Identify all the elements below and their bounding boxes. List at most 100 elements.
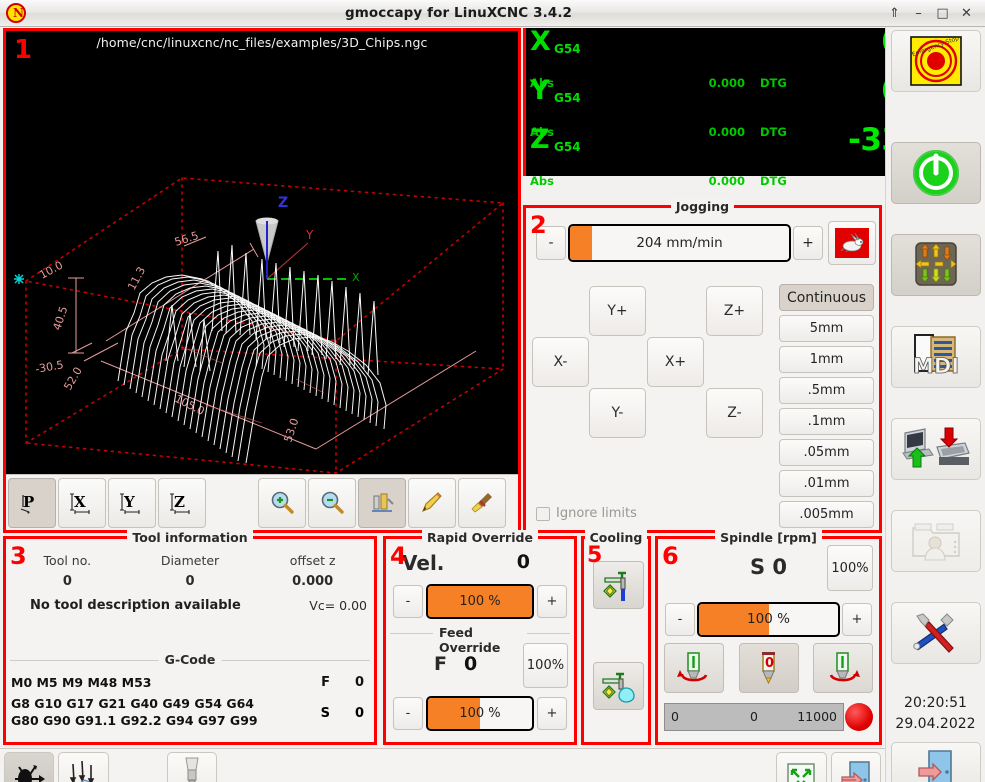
feed-override-value: 100 %	[428, 698, 532, 729]
view-y-button[interactable]: Y	[108, 478, 156, 528]
auto-mode-button[interactable]	[891, 418, 981, 480]
spindle-ccw-button[interactable]	[664, 643, 724, 693]
jog-x-plus-button[interactable]: X+	[647, 337, 704, 387]
window-controls: ⇑ – □ ✕	[887, 6, 985, 21]
spindle-override-minus-button[interactable]: -	[665, 603, 695, 636]
cutting-speed-value: Vc= 0.00	[309, 598, 367, 613]
rapid-jog-button[interactable]	[828, 221, 876, 265]
jog-z-minus-button[interactable]: Z-	[706, 388, 763, 438]
marker-4: 4	[390, 544, 407, 568]
feed-override-slider[interactable]: 100 %	[426, 696, 534, 731]
view-z-button[interactable]: Z	[158, 478, 206, 528]
clear-plot-button[interactable]	[458, 478, 506, 528]
spindle-buttons-row: 0	[664, 643, 873, 695]
edit-program-button[interactable]	[408, 478, 456, 528]
feed-override-minus-button[interactable]: -	[393, 697, 423, 730]
offset-z-value: 0.000	[251, 574, 374, 589]
jog-increment-01mm[interactable]: .1mm	[779, 408, 874, 435]
diameter-header: Diameter	[129, 553, 252, 568]
svg-text:MDI: MDI	[913, 354, 959, 378]
active-g-codes-line1: G8 G10 G17 G21 G40 G49 G54 G64	[11, 695, 258, 712]
app-logo-icon	[4, 2, 30, 24]
mcodes-row: M0 M5 M9 M48 M53 F 0	[6, 675, 374, 695]
zoom-in-button[interactable]	[258, 478, 306, 528]
svg-text:Y: Y	[305, 228, 314, 242]
window-title: gmoccapy for LinuXCNC 3.4.2	[30, 5, 887, 21]
rapid-override-minus-button[interactable]: -	[393, 585, 423, 618]
settings-button[interactable]	[891, 602, 981, 664]
svg-text:X: X	[74, 493, 86, 511]
tool-change-button[interactable]	[167, 752, 217, 782]
exit-button[interactable]	[891, 742, 981, 782]
jog-increment-001mm[interactable]: .01mm	[779, 470, 874, 497]
mist-coolant-button[interactable]	[593, 662, 644, 710]
spindle-speed-label: S	[321, 706, 330, 721]
maximize-icon[interactable]: □	[935, 6, 950, 21]
jog-increment-1mm[interactable]: 1mm	[779, 346, 874, 373]
spindle-override-reset-button[interactable]: 100%	[827, 545, 873, 591]
jog-z-plus-button[interactable]: Z+	[706, 286, 763, 336]
mdi-mode-button[interactable]: MDI	[891, 326, 981, 388]
tool-spindle-icon	[177, 756, 207, 782]
feed-value-row: F 0 100%	[386, 641, 574, 693]
jog-increment-05mm[interactable]: .5mm	[779, 377, 874, 404]
feed-label: F	[434, 653, 447, 675]
home-axes-button[interactable]	[4, 752, 54, 782]
offset-z-header: offset z	[251, 553, 374, 568]
gcode-preview-canvas[interactable]: /home/cnc/linuxcnc/nc_files/examples/3D_…	[6, 31, 518, 477]
fullscreen-button[interactable]	[776, 752, 826, 782]
show-dimensions-button[interactable]	[358, 478, 406, 528]
jog-velocity-row: - 204 mm/min +	[536, 222, 876, 264]
spindle-stop-button[interactable]: 0	[739, 643, 799, 693]
spindle-override-slider[interactable]: 100 %	[697, 602, 840, 637]
shade-icon[interactable]: ⇑	[887, 6, 902, 21]
emergency-stop-icon: Emergency Stop	[905, 35, 967, 87]
feed-override-plus-button[interactable]: +	[537, 697, 567, 730]
estop-button[interactable]: Emergency Stop	[891, 30, 981, 92]
feed-value: 0	[464, 653, 477, 675]
gauge-max: 11000	[797, 709, 837, 724]
minimize-icon[interactable]: –	[911, 6, 926, 21]
rapid-override-slider[interactable]: 100 %	[426, 584, 534, 619]
svg-text:11.3: 11.3	[125, 265, 148, 293]
spindle-cw-button[interactable]	[813, 643, 873, 693]
toolbar-spacer-1	[113, 752, 163, 782]
svg-text:53.0: 53.0	[281, 417, 301, 444]
manual-mode-button[interactable]	[891, 234, 981, 296]
jog-y-minus-button[interactable]: Y-	[589, 388, 646, 438]
tool-cone: Z Y X	[256, 195, 360, 284]
dro-coord-system: G54	[554, 140, 581, 154]
checkbox-box[interactable]	[536, 507, 550, 521]
mist-coolant-icon	[599, 668, 639, 704]
jog-velocity-slider[interactable]: 204 mm/min	[568, 224, 791, 262]
jog-y-plus-button[interactable]: Y+	[589, 286, 646, 336]
gauge-current: 0	[750, 709, 758, 724]
flood-coolant-button[interactable]	[593, 561, 644, 609]
marker-2: 2	[530, 213, 547, 237]
clock-time: 20:20:51	[886, 695, 985, 711]
view-perspective-button[interactable]: P	[8, 478, 56, 528]
touch-off-button[interactable]	[58, 752, 108, 782]
gcode-title-row: G-Code	[6, 652, 374, 668]
feed-override-row: - 100 % +	[386, 693, 574, 733]
jog-x-minus-button[interactable]: X-	[532, 337, 589, 387]
jog-velocity-plus-button[interactable]: +	[793, 226, 823, 260]
close-icon[interactable]: ✕	[959, 6, 974, 21]
mode-sidebar: Emergency Stop	[885, 27, 985, 782]
jog-increment-5mm[interactable]: 5mm	[779, 315, 874, 342]
jog-increment-continuous[interactable]: Continuous	[779, 284, 874, 311]
view-x-button[interactable]: X	[58, 478, 106, 528]
machine-on-button[interactable]	[891, 142, 981, 204]
jogging-title: Jogging	[526, 199, 879, 214]
exit-main-button[interactable]	[831, 752, 881, 782]
jog-increment-005mm[interactable]: .05mm	[779, 439, 874, 466]
user-tabs-button[interactable]	[891, 510, 981, 572]
svg-text:-30.5: -30.5	[34, 358, 64, 376]
tool-values-grid: Tool no. Diameter offset z 0 0 0.000 No …	[6, 553, 374, 616]
rapid-override-plus-button[interactable]: +	[537, 585, 567, 618]
feed-override-reset-button[interactable]: 100%	[523, 643, 568, 688]
spindle-override-plus-button[interactable]: +	[842, 603, 872, 636]
ignore-limits-checkbox[interactable]: Ignore limits	[536, 506, 637, 521]
zoom-out-button[interactable]	[308, 478, 356, 528]
jog-increment-0005mm[interactable]: .005mm	[779, 501, 874, 528]
